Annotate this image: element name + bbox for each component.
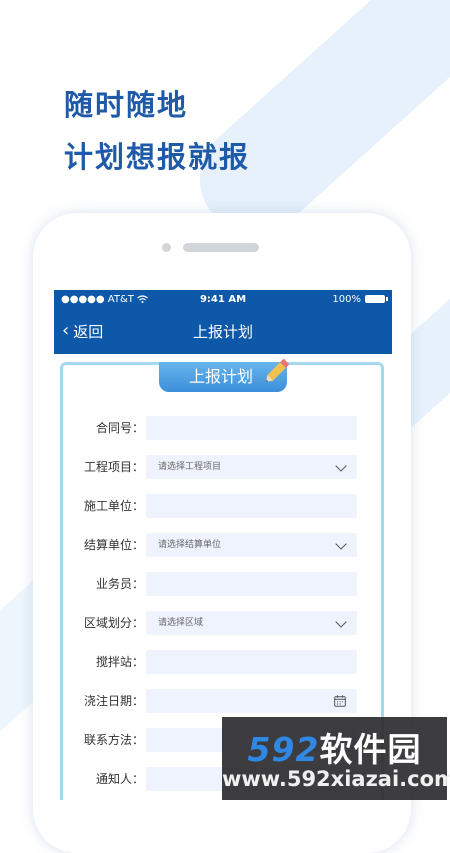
field-label: 通知人：	[95, 772, 144, 786]
field-label: 联系方法：	[83, 733, 144, 747]
field-label: 区域划分：	[83, 616, 144, 630]
field-label: 施工单位：	[83, 499, 144, 513]
form-row-settlement-unit: 结算单位： 请选择结算单位	[63, 533, 381, 557]
back-button[interactable]: ‹ 返回	[62, 321, 103, 342]
settlement-select-placeholder: 请选择结算单位	[158, 540, 222, 550]
status-bar: ●●●●● AT&T 9:41 AM 100%	[54, 290, 392, 308]
chevron-down-icon	[335, 538, 347, 550]
form-row-mixing-station: 搅拌站：	[63, 650, 381, 674]
pencil-icon	[265, 358, 290, 383]
chevron-down-icon	[335, 460, 347, 472]
field-label: 结算单位：	[83, 538, 144, 552]
field-label: 搅拌站：	[95, 655, 144, 669]
headline-line-1: 随时随地	[64, 88, 189, 122]
speaker-grille	[183, 243, 259, 252]
camera-dot	[162, 243, 171, 252]
nav-bar: ‹ 返回 上报计划	[54, 308, 392, 354]
form-row-construction-unit: 施工单位：	[63, 494, 381, 518]
pour-date-input[interactable]	[146, 689, 357, 713]
project-select-placeholder: 请选择工程项目	[158, 462, 222, 472]
field-label: 浇注日期：	[83, 694, 144, 708]
field-label: 工程项目：	[83, 460, 144, 474]
form-row-salesperson: 业务员：	[63, 572, 381, 596]
form-row-contract: 合同号：	[63, 416, 381, 440]
contract-number-input[interactable]	[146, 416, 357, 440]
calendar-icon	[334, 695, 346, 707]
field-label: 合同号：	[95, 421, 144, 435]
battery-icon	[365, 295, 388, 303]
back-chevron-icon: ‹	[62, 320, 70, 341]
form-row-project: 工程项目： 请选择工程项目	[63, 455, 381, 479]
watermark: 592软件园 www.592xiazai.com	[222, 717, 450, 800]
back-label: 返回	[73, 322, 104, 341]
watermark-text: 软件园	[319, 730, 422, 769]
status-time: 9:41 AM	[199, 293, 247, 305]
settlement-unit-select[interactable]: 请选择结算单位	[146, 533, 357, 557]
field-label: 业务员：	[95, 577, 144, 591]
mixing-station-input[interactable]	[146, 650, 357, 674]
region-select-placeholder: 请选择区域	[158, 618, 204, 628]
salesperson-input[interactable]	[146, 572, 357, 596]
headline-line-2: 计划想报就报	[64, 140, 251, 174]
form-row-pour-date: 浇注日期：	[63, 689, 381, 713]
watermark-number: 592	[247, 730, 320, 769]
chevron-down-icon	[335, 616, 347, 628]
form-row-region: 区域划分： 请选择区域	[63, 611, 381, 635]
watermark-url: www.592xiazai.com	[222, 767, 450, 791]
project-select[interactable]: 请选择工程项目	[146, 455, 357, 479]
construction-unit-input[interactable]	[146, 494, 357, 518]
page-title: 上报计划	[192, 322, 253, 341]
region-select[interactable]: 请选择区域	[146, 611, 357, 635]
